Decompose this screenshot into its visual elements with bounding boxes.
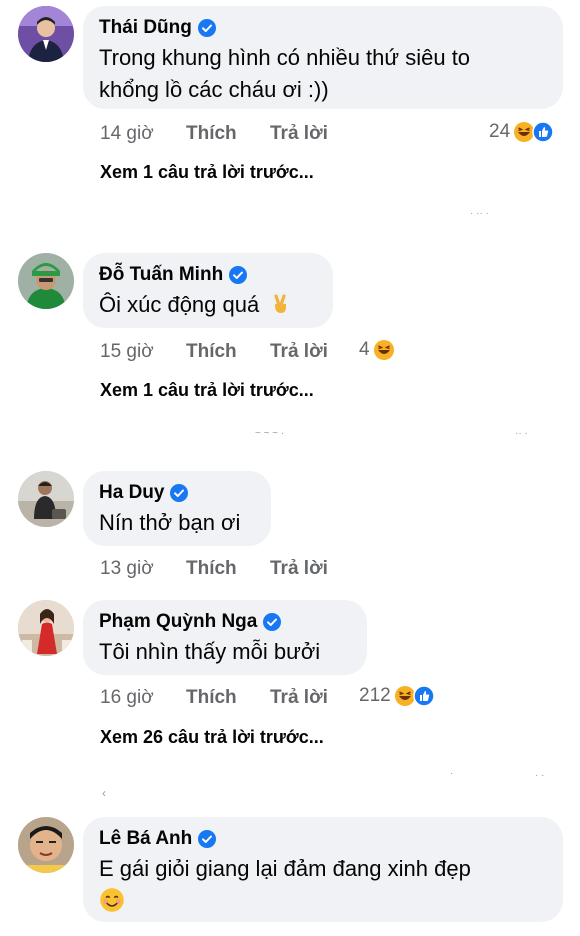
reply-button[interactable]: Trả lời — [270, 123, 328, 145]
comment-text: E gái giỏi giang lại đảm đang xinh đẹp — [99, 856, 471, 881]
author-name[interactable]: Phạm Quỳnh Nga — [99, 611, 257, 633]
avatar[interactable] — [18, 471, 74, 527]
scan-artifact: · ·· · — [470, 208, 489, 219]
author-name[interactable]: Lê Bá Anh — [99, 828, 192, 850]
timestamp[interactable]: 15 giờ — [100, 341, 186, 363]
scan-artifact: · — [450, 768, 454, 779]
verified-badge-icon — [263, 613, 282, 631]
timestamp[interactable]: 13 giờ — [100, 558, 186, 580]
comment-actions: 16 giờ Thích Trả lời — [100, 686, 328, 710]
reaction-count: 4 — [359, 339, 370, 360]
smiling-face-emoji-icon — [100, 888, 124, 912]
comment-bubble: Thái Dũng Trong khung hình có nhiều thứ … — [83, 6, 563, 109]
scan-artifact: ~ ~ ~ · — [255, 428, 285, 439]
comment-bubble: Phạm Quỳnh Nga Tôi nhìn thấy mỗi bưởi — [83, 600, 367, 675]
reaction-count: 212 — [359, 685, 391, 706]
author-name[interactable]: Đỗ Tuấn Minh — [99, 264, 223, 286]
reply-button[interactable]: Trả lời — [270, 687, 328, 709]
like-reaction-icon — [532, 121, 554, 143]
comment-actions: 15 giờ Thích Trả lời — [100, 340, 328, 364]
verified-badge-icon — [197, 19, 216, 37]
reaction-summary[interactable]: 24 — [489, 121, 554, 143]
like-reaction-icon — [412, 685, 435, 707]
avatar-photo-icon — [18, 600, 74, 656]
comment-bubble: Ha Duy Nín thở bạn ơi — [83, 471, 271, 546]
comment-actions: 13 giờ Thích Trả lời — [100, 557, 328, 581]
view-previous-replies-link[interactable]: Xem 1 câu trả lời trước... — [100, 380, 314, 401]
like-button[interactable]: Thích — [186, 123, 270, 145]
reply-button[interactable]: Trả lời — [270, 341, 328, 363]
comment-bubble: Lê Bá Anh E gái giỏi giang lại đảm đang … — [83, 817, 563, 922]
reaction-count: 24 — [489, 121, 511, 142]
avatar[interactable] — [18, 6, 74, 62]
scan-artifact: ·· · — [515, 428, 528, 439]
comment-text-line2: khổng lồ các cháu ơi :)) — [99, 77, 329, 102]
scan-artifact: ‹ — [102, 786, 106, 800]
avatar-photo-icon — [18, 817, 74, 873]
reaction-summary[interactable]: 212 — [359, 685, 435, 707]
avatar[interactable] — [18, 253, 74, 309]
timestamp[interactable]: 16 giờ — [100, 687, 186, 709]
verified-badge-icon — [229, 266, 248, 284]
verified-badge-icon — [198, 830, 217, 848]
avatar-photo-icon — [18, 471, 74, 527]
like-button[interactable]: Thích — [186, 687, 270, 709]
comment-text: Tôi nhìn thấy mỗi bưởi — [99, 639, 321, 664]
comment-bubble: Đỗ Tuấn Minh Ôi xúc động quá — [83, 253, 333, 328]
author-name[interactable]: Thái Dũng — [99, 17, 192, 39]
like-button[interactable]: Thích — [186, 341, 270, 363]
avatar[interactable] — [18, 600, 74, 656]
comment-text: Nín thở bạn ơi — [99, 510, 241, 535]
reaction-summary[interactable]: 4 — [359, 339, 395, 361]
haha-reaction-icon — [373, 340, 394, 360]
verified-badge-icon — [170, 484, 189, 502]
view-previous-replies-link[interactable]: Xem 26 câu trả lời trước... — [100, 727, 324, 748]
comment-actions: 14 giờ Thích Trả lời — [100, 122, 328, 146]
avatar-photo-icon — [18, 6, 74, 62]
scan-artifact: · · — [535, 770, 545, 781]
comment-text: Ôi xúc động quá — [99, 292, 260, 317]
like-button[interactable]: Thích — [186, 558, 270, 580]
avatar[interactable] — [18, 817, 74, 873]
author-name[interactable]: Ha Duy — [99, 482, 164, 504]
reply-button[interactable]: Trả lời — [270, 558, 328, 580]
timestamp[interactable]: 14 giờ — [100, 123, 186, 145]
avatar-photo-icon — [18, 253, 74, 309]
comment-text-line1: Trong khung hình có nhiều thứ siêu to — [99, 45, 471, 70]
view-previous-replies-link[interactable]: Xem 1 câu trả lời trước... — [100, 162, 314, 183]
victory-hand-emoji-icon — [274, 294, 287, 313]
